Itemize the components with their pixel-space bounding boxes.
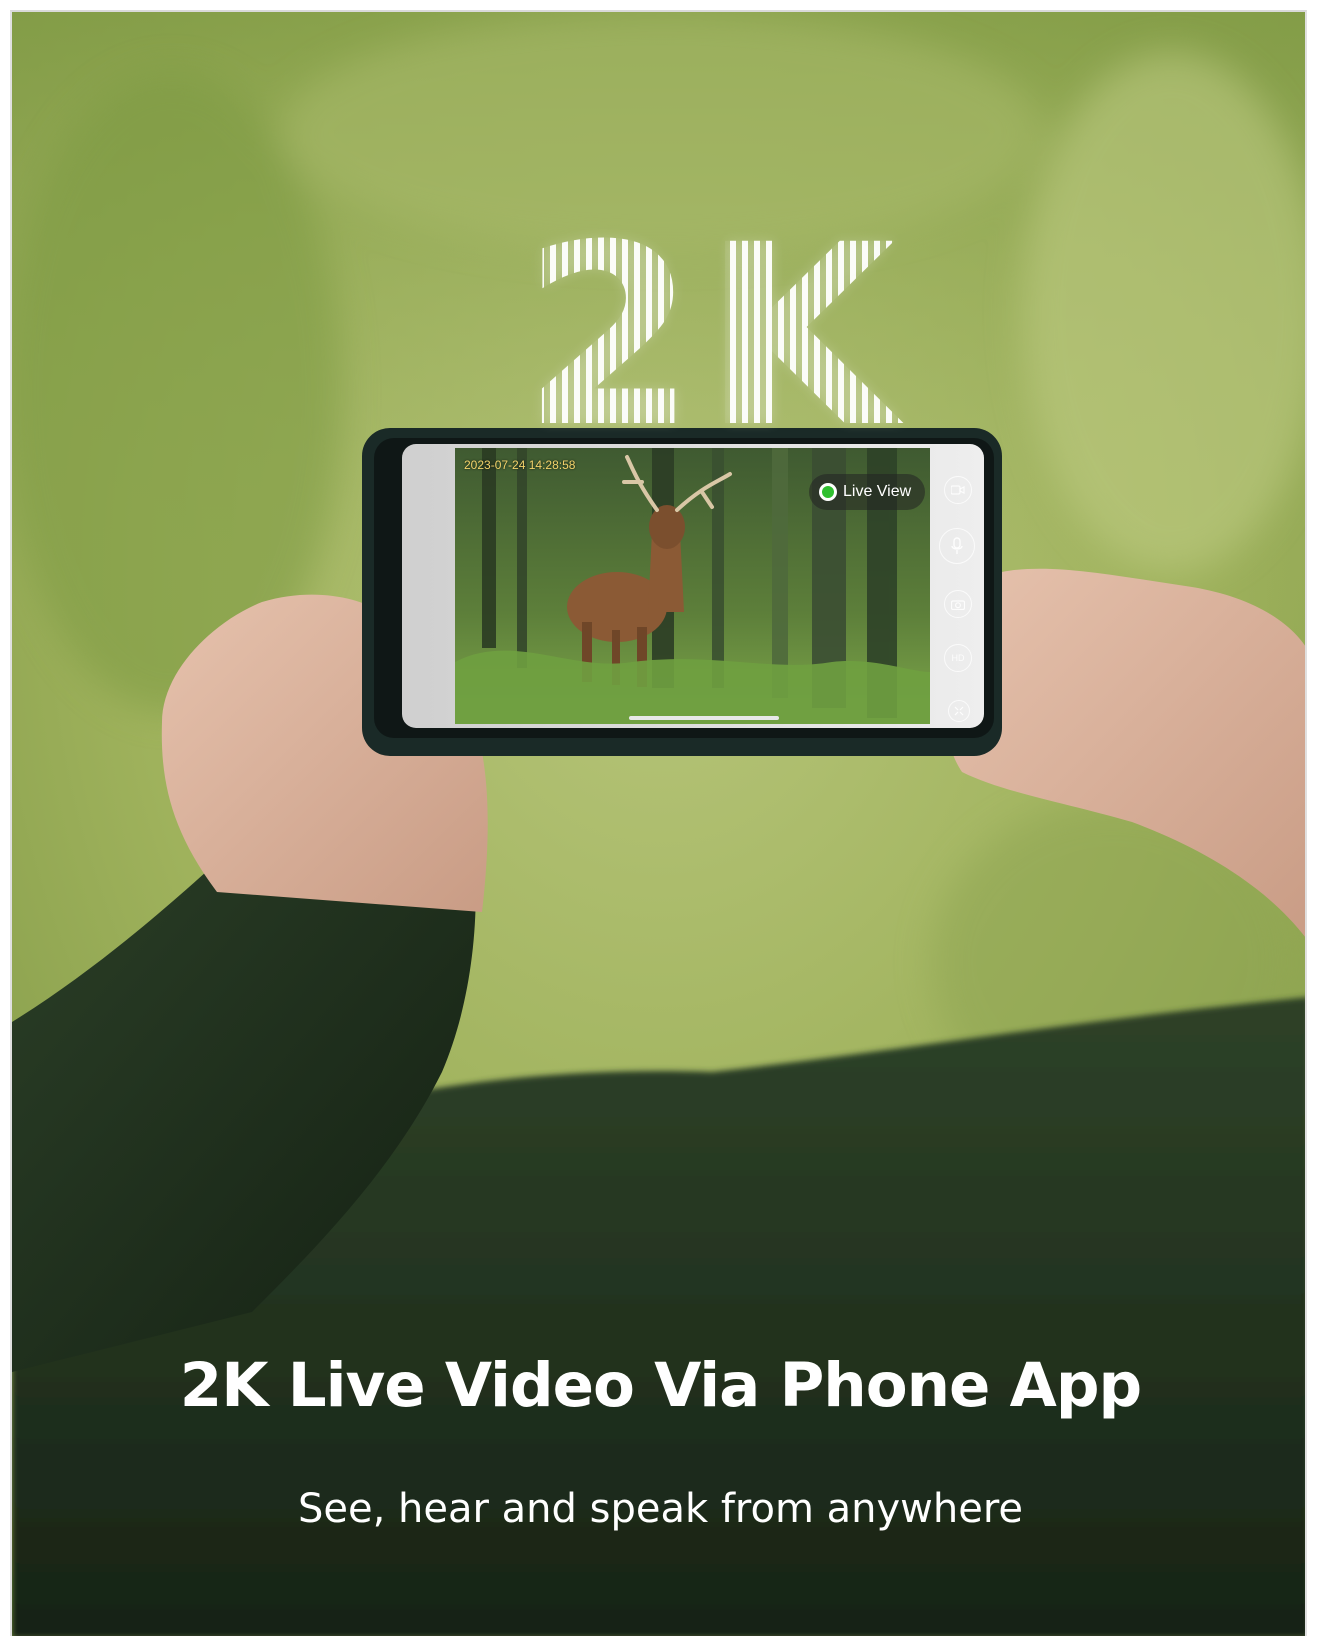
hd-label: HD: [951, 653, 965, 663]
video-timestamp: 2023-07-24 14:28:58: [464, 458, 576, 472]
camera-icon[interactable]: [944, 590, 972, 618]
live-view-label: Live View: [843, 483, 912, 500]
fullscreen-exit-icon[interactable]: [948, 700, 970, 722]
microphone-icon[interactable]: [939, 528, 975, 564]
product-image-frame: 2K 2023-07-24 14:28:58 Live View HD 2K L…: [10, 10, 1307, 1636]
headline: 2K Live Video Via Phone App: [179, 1350, 1142, 1421]
video-icon[interactable]: [944, 476, 972, 504]
subheadline: See, hear and speak from anywhere: [297, 1486, 1024, 1532]
hd-icon[interactable]: HD: [944, 644, 972, 672]
live-dot-icon: [819, 483, 837, 501]
live-view-indicator: Live View: [809, 474, 925, 510]
